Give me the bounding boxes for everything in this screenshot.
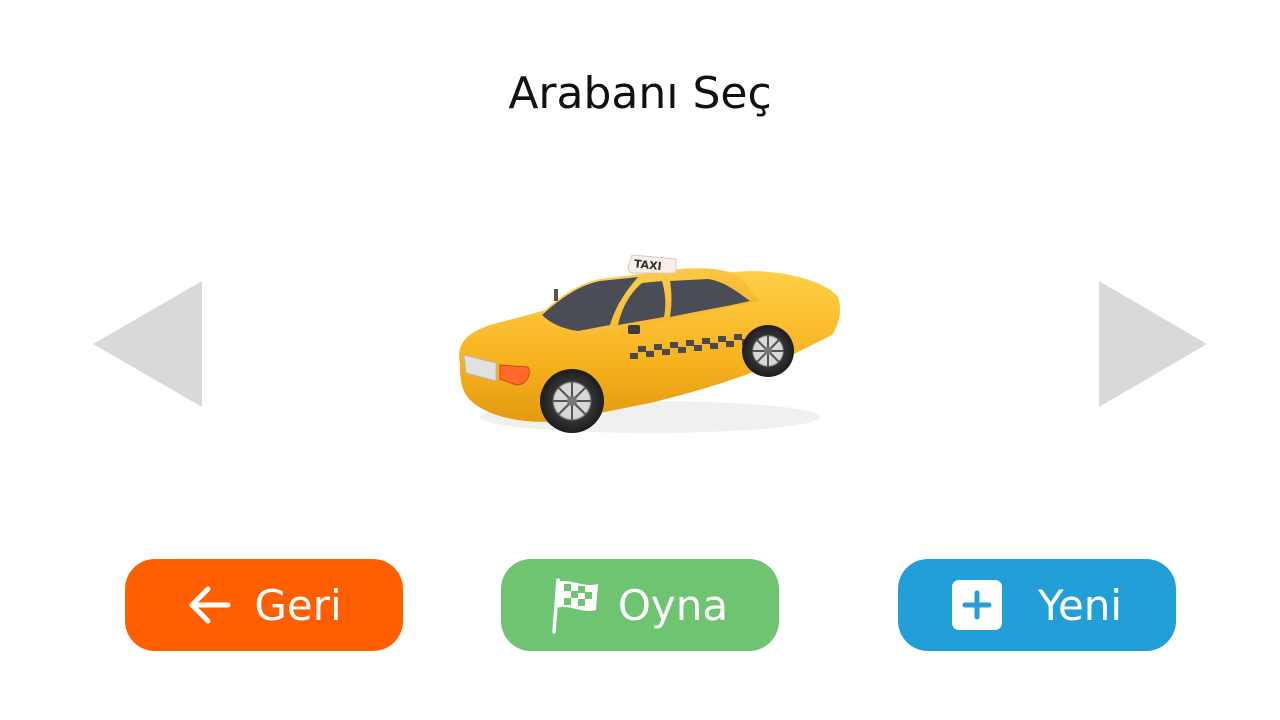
car-preview: TAXI	[450, 245, 845, 445]
play-button[interactable]: Oyna	[501, 559, 779, 651]
back-button-label: Geri	[254, 580, 342, 630]
back-button[interactable]: Geri	[125, 559, 403, 651]
car-select-screen: Arabanı Seç TAXI Geri Oyna Yeni	[0, 0, 1280, 720]
page-title: Arabanı Seç	[508, 68, 772, 119]
triangle-right-icon	[1099, 281, 1207, 407]
triangle-left-icon	[93, 281, 202, 407]
new-button[interactable]: Yeni	[898, 559, 1176, 651]
plus-square-icon	[951, 580, 1002, 630]
next-car-button[interactable]	[1097, 280, 1209, 408]
taxi-car-image: TAXI	[459, 254, 840, 433]
arrow-left-icon	[186, 585, 232, 625]
checkered-flag-icon	[552, 576, 602, 634]
play-button-label: Oyna	[617, 580, 729, 630]
previous-car-button[interactable]	[92, 280, 204, 408]
new-button-label: Yeni	[1037, 580, 1123, 630]
